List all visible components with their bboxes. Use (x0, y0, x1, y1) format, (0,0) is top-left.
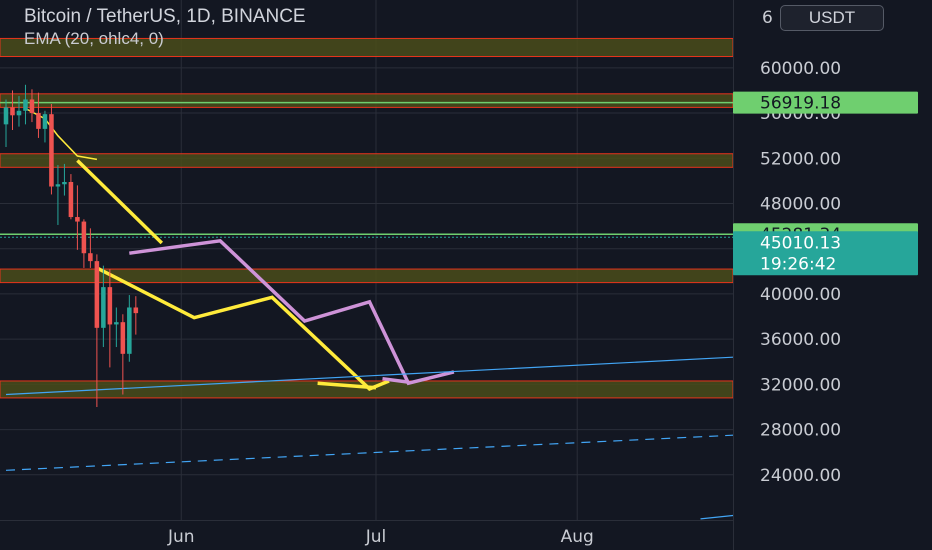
pink-line (129, 238, 455, 386)
y-tick-label: 48000.00 (760, 194, 841, 214)
candle-body (127, 307, 132, 354)
candle (127, 295, 132, 362)
candle-body (81, 221, 87, 254)
candle-body (88, 253, 93, 262)
price-tag-value: 56919.18 (760, 94, 841, 114)
y-tick-label: 28000.00 (760, 421, 841, 441)
candle-body (29, 99, 35, 114)
candle (62, 163, 67, 196)
price-tag-value: 45010.13 (760, 233, 841, 253)
last-price-tag: 45010.1319:26:42 (733, 231, 918, 276)
price-zone (0, 153, 734, 168)
candle-body (75, 217, 80, 222)
x-tick-label: Jun (167, 527, 195, 547)
candle (75, 185, 80, 250)
candle-body (10, 107, 15, 116)
candle-body (16, 110, 22, 116)
candle-body (114, 322, 119, 325)
y-tick-label: 32000.00 (760, 375, 841, 395)
candle-body (36, 113, 41, 129)
candle-body (120, 322, 126, 354)
chart-legend: Bitcoin / TetherUS, 1D, BINANCE EMA (20,… (24, 6, 306, 50)
y-tick-label: 24000.00 (760, 466, 841, 486)
candle (23, 84, 28, 125)
bar-countdown: 19:26:42 (760, 254, 836, 274)
yellow-line (96, 266, 390, 391)
candle (107, 269, 113, 368)
candle-body (107, 287, 113, 325)
candle-body (94, 261, 100, 328)
y-tick-label: 52000.00 (760, 149, 841, 169)
candle-body (42, 114, 48, 129)
candle (42, 110, 48, 143)
x-tick-label: Aug (561, 527, 594, 547)
candle-body (49, 114, 54, 187)
candle-body (3, 107, 9, 125)
symbol-title[interactable]: Bitcoin / TetherUS, 1D, BINANCE (24, 6, 306, 28)
candle-body (55, 184, 61, 187)
currency-button[interactable]: USDT (780, 5, 884, 31)
y-tick-label: 40000.00 (760, 285, 841, 305)
candle-body (68, 182, 74, 218)
blue-solid-line (700, 514, 734, 520)
candle (49, 104, 54, 195)
candle (68, 174, 74, 220)
y-tick-label: 60000.00 (760, 59, 841, 79)
price-chart[interactable]: 24000.00 28000.00 32000.00 36000.00 40000.00… (0, 0, 932, 550)
ema-indicator-label[interactable]: EMA (20, ohlc4, 0) (24, 28, 306, 50)
candle (133, 296, 139, 335)
price-zone (0, 93, 734, 108)
blue-dashed-line (5, 434, 734, 471)
candle (81, 219, 87, 268)
candle (114, 307, 119, 348)
y-tick-label: 36000.00 (760, 330, 841, 350)
candle-body (23, 99, 28, 111)
candle-body (101, 287, 106, 328)
candle (55, 165, 61, 225)
x-tick-label: Jul (365, 527, 387, 547)
candle-body (62, 182, 67, 185)
candle-body (133, 307, 139, 314)
level-price-tag: 56919.18 (733, 91, 918, 114)
y-tick-label-clipped: 6 (762, 8, 773, 28)
chart-window: 24000.00 28000.00 32000.00 36000.00 40000.00… (0, 0, 932, 550)
